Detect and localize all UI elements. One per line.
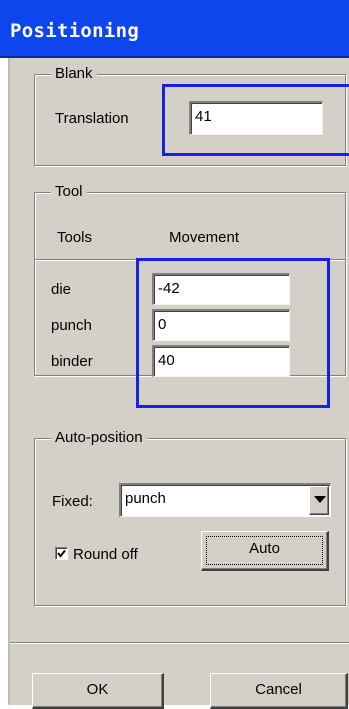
punch-movement-input[interactable]: 0 xyxy=(152,309,290,341)
title-bar[interactable]: Positioning xyxy=(0,0,349,58)
translation-input[interactable]: 41 xyxy=(189,101,323,135)
chevron-down-icon xyxy=(314,496,326,503)
auto-position-group-title: Auto-position xyxy=(51,429,147,446)
tools-column-header: Tools xyxy=(57,229,93,246)
fixed-select-value: punch xyxy=(125,490,166,507)
blank-group-title: Blank xyxy=(51,65,97,82)
cancel-button-label: Cancel xyxy=(255,681,302,698)
tool-header-divider xyxy=(35,259,345,261)
cancel-button[interactable]: Cancel xyxy=(210,673,348,709)
fixed-label: Fixed: xyxy=(52,493,93,510)
binder-movement-input[interactable]: 40 xyxy=(152,345,290,377)
fixed-select[interactable]: punch xyxy=(119,483,331,517)
dialog-body: Blank Translation 41 Tool Tools Movement… xyxy=(8,58,349,709)
ok-button[interactable]: OK xyxy=(32,673,164,709)
footer-divider xyxy=(10,642,349,644)
translation-label: Translation xyxy=(55,110,129,127)
tool-row-label-punch: punch xyxy=(51,317,92,334)
blank-group: Blank Translation 41 xyxy=(34,65,346,166)
check-icon xyxy=(57,549,66,558)
auto-button-focus-ring xyxy=(206,536,323,565)
fixed-select-dropdown-button[interactable] xyxy=(309,486,329,515)
tool-group: Tool Tools Movement die -42 punch 0 bind… xyxy=(34,183,346,377)
tool-row-label-die: die xyxy=(51,281,72,298)
window-title: Positioning xyxy=(10,20,140,42)
auto-button[interactable]: Auto xyxy=(201,531,329,571)
die-movement-input[interactable]: -42 xyxy=(152,273,290,305)
movement-column-header: Movement xyxy=(169,229,240,246)
tool-group-title: Tool xyxy=(51,183,87,200)
ok-button-label: OK xyxy=(86,681,109,698)
round-off-label[interactable]: Round off xyxy=(73,546,138,563)
positioning-dialog: Positioning Blank Translation 41 Tool To… xyxy=(0,0,349,709)
tool-row-label-binder: binder xyxy=(51,353,93,370)
round-off-checkbox[interactable] xyxy=(55,547,68,560)
auto-position-group: Auto-position Fixed: punch Round off Aut… xyxy=(34,429,346,606)
